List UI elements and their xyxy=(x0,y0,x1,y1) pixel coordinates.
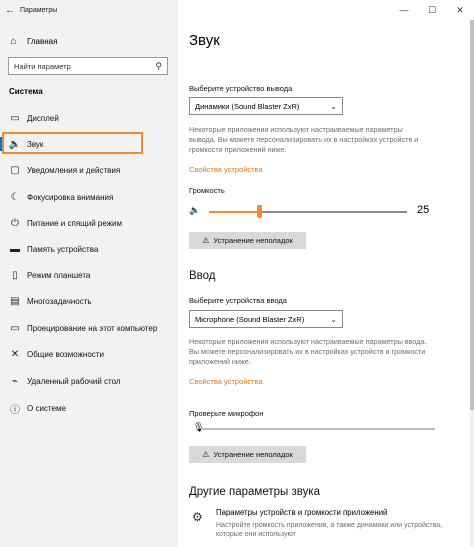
volume-label: Громкость xyxy=(189,186,225,195)
app-volume-settings-link[interactable]: ⚙ Параметры устройств и громкости прилож… xyxy=(189,508,469,544)
volume-slider-thumb[interactable] xyxy=(256,205,262,218)
sidebar-item-storage[interactable]: ▬ Память устройства xyxy=(0,238,178,260)
back-arrow-icon[interactable]: ← xyxy=(0,5,20,16)
sidebar-item-label: Дисплей xyxy=(27,113,59,123)
projecting-icon: ▭ xyxy=(10,322,20,334)
app-volume-title: Параметры устройств и громкости приложен… xyxy=(216,508,388,517)
input-device-label: Выберите устройства ввода xyxy=(189,296,287,305)
sidebar-item-label: Главная xyxy=(27,36,58,46)
maximize-icon[interactable]: ☐ xyxy=(418,5,446,16)
search-icon: ⚲ xyxy=(155,60,162,71)
input-troubleshoot-button[interactable]: ⚠ Устранение неполадок xyxy=(189,446,306,463)
search-placeholder: Найти параметр xyxy=(14,61,71,71)
button-label: Устранение неполадок xyxy=(213,236,293,245)
scrollbar[interactable] xyxy=(470,20,474,547)
mixer-icon: ⚙ xyxy=(192,510,203,524)
input-device-properties-link[interactable]: Свойства устройства xyxy=(189,377,263,386)
home-icon: ⌂ xyxy=(10,35,17,47)
other-section-heading: Другие параметры звука xyxy=(189,486,321,498)
sidebar-item-label: Удаленный рабочий стол xyxy=(27,376,121,386)
volume-slider[interactable] xyxy=(209,205,407,218)
sidebar-item-display[interactable]: ▭ Дисплей xyxy=(0,107,178,129)
output-device-select[interactable]: Динамики (Sound Blaster ZxR) ⌄ xyxy=(189,97,343,115)
display-icon: ▭ xyxy=(10,112,20,124)
sidebar-item-notifications[interactable]: ▢ Уведомления и действия xyxy=(0,159,178,181)
volume-slider-fill xyxy=(209,211,259,213)
sidebar-item-home[interactable]: ⌂ Главная xyxy=(0,32,178,50)
page-title: Звук xyxy=(189,32,220,49)
remote-desktop-icon: ⌁ xyxy=(11,375,19,387)
sidebar-item-label: Общие возможности xyxy=(27,349,104,359)
sidebar-item-about[interactable]: ⓘ О системе xyxy=(0,397,178,419)
input-description: Некоторые приложения используют настраив… xyxy=(189,337,427,366)
sidebar: ← Параметры ⌂ Главная Найти параметр ⚲ С… xyxy=(0,0,178,547)
sidebar-item-label: Питание и спящий режим xyxy=(27,218,123,228)
sidebar-item-label: Фокусировка внимания xyxy=(27,192,114,202)
output-device-value: Динамики (Sound Blaster ZxR) xyxy=(195,101,300,111)
info-icon: ⓘ xyxy=(10,404,20,416)
sidebar-item-tablet-mode[interactable]: ▯ Режим планшета xyxy=(0,264,178,286)
sidebar-item-label: Уведомления и действия xyxy=(27,165,121,175)
chevron-down-icon: ⌄ xyxy=(330,101,337,111)
search-input[interactable]: Найти параметр ⚲ xyxy=(8,57,168,75)
sidebar-item-shared-experiences[interactable]: ✕ Общие возможности xyxy=(0,343,178,365)
volume-value: 25 xyxy=(417,204,430,216)
input-device-select[interactable]: Microphone (Sound Blaster ZxR) ⌄ xyxy=(189,310,343,328)
sidebar-item-multitasking[interactable]: ▤ Многозадачность xyxy=(0,290,178,312)
warning-icon: ⚠ xyxy=(202,236,210,245)
output-device-label: Выберите устройство вывода xyxy=(189,84,293,93)
tablet-icon: ▯ xyxy=(12,269,18,281)
close-icon[interactable]: ✕ xyxy=(446,5,474,16)
app-volume-description: Настройте громкость приложения, а также … xyxy=(216,522,443,538)
main-content: — ☐ ✕ Звук Выберите устройство вывода Ди… xyxy=(178,0,474,547)
input-section-heading: Ввод xyxy=(189,270,216,282)
scrollbar-thumb[interactable] xyxy=(470,20,474,410)
app-title: Параметры xyxy=(20,6,58,14)
mic-level-meter: 🎙 xyxy=(189,422,439,436)
multitasking-icon: ▤ xyxy=(10,295,20,307)
speaker-icon[interactable]: 🔈 xyxy=(189,205,200,216)
sidebar-item-label: Проецирование на этот компьютер xyxy=(27,323,158,333)
sidebar-item-label: Многозадачность xyxy=(27,296,92,306)
warning-icon: ⚠ xyxy=(202,450,210,459)
sidebar-item-focus-assist[interactable]: ☾ Фокусировка внимания xyxy=(0,186,178,208)
sidebar-item-label: О системе xyxy=(27,403,66,413)
output-troubleshoot-button[interactable]: ⚠ Устранение неполадок xyxy=(189,232,306,249)
mic-test-label: Проверьте микрофон xyxy=(189,409,264,418)
storage-icon: ▬ xyxy=(10,243,20,255)
sidebar-item-label: Память устройства xyxy=(27,244,99,254)
settings-window: ← Параметры ⌂ Главная Найти параметр ⚲ С… xyxy=(0,0,474,547)
notifications-icon: ▢ xyxy=(10,164,20,176)
volume-control: 🔈 25 xyxy=(189,204,439,220)
sidebar-item-label: Звук xyxy=(27,139,44,149)
title-bar: ← Параметры xyxy=(0,0,178,20)
moon-icon: ☾ xyxy=(10,191,20,203)
chevron-down-icon: ⌄ xyxy=(330,314,337,324)
section-label-system: Система xyxy=(9,87,43,96)
sidebar-item-sound[interactable]: 🔈 Звук xyxy=(0,133,178,155)
window-controls: — ☐ ✕ xyxy=(390,0,474,20)
output-description: Некоторые приложения используют настраив… xyxy=(189,125,419,154)
sidebar-item-projecting[interactable]: ▭ Проецирование на этот компьютер xyxy=(0,317,178,339)
shared-experiences-icon: ✕ xyxy=(10,348,20,360)
sidebar-item-label: Режим планшета xyxy=(27,270,91,280)
output-device-properties-link[interactable]: Свойства устройства xyxy=(189,165,263,174)
speaker-icon: 🔈 xyxy=(8,138,22,150)
power-icon: ⏻ xyxy=(11,217,19,229)
sidebar-item-power[interactable]: ⏻ Питание и спящий режим xyxy=(0,212,178,234)
input-device-value: Microphone (Sound Blaster ZxR) xyxy=(195,314,305,324)
minimize-icon[interactable]: — xyxy=(390,5,418,15)
mic-level-bar xyxy=(202,428,435,430)
sidebar-item-remote-desktop[interactable]: ⌁ Удаленный рабочий стол xyxy=(0,370,178,392)
button-label: Устранение неполадок xyxy=(213,450,293,459)
